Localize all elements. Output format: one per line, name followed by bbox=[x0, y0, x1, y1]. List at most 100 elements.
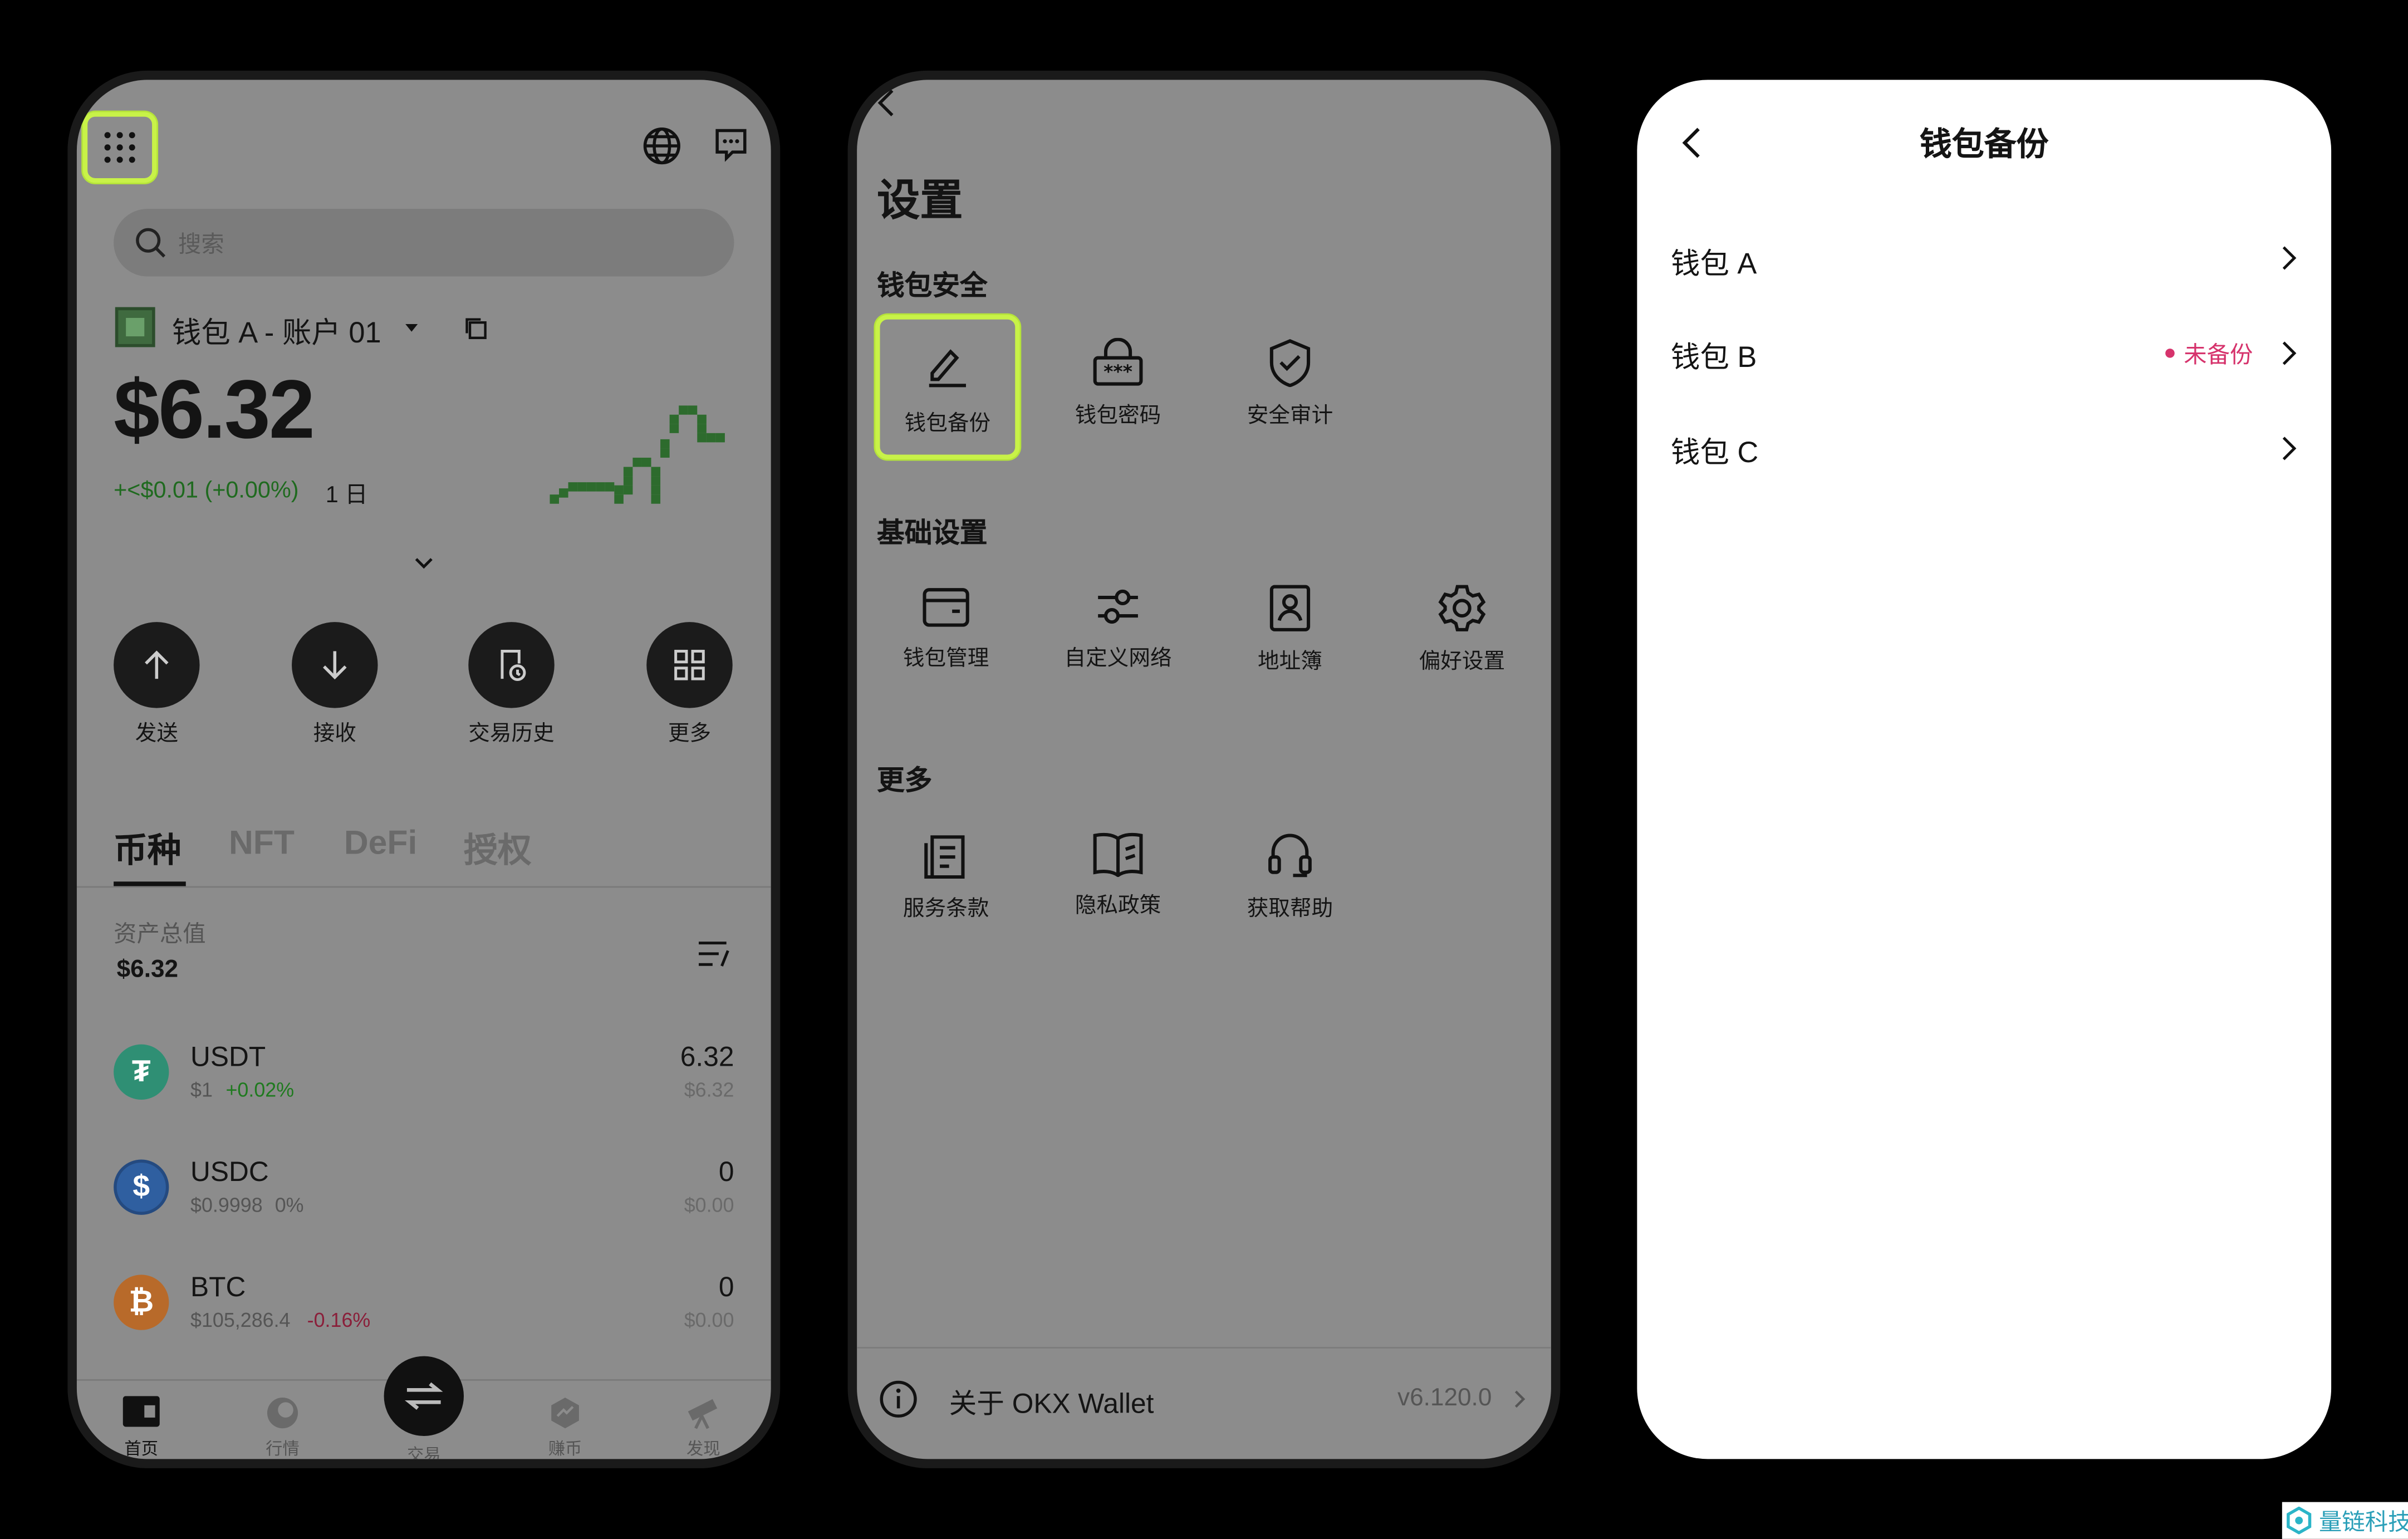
sort-filter-icon[interactable] bbox=[697, 940, 731, 968]
asset-change: 0% bbox=[274, 1193, 304, 1217]
chevron-right-icon bbox=[2282, 246, 2297, 270]
telescope-icon bbox=[688, 1399, 718, 1429]
asset-symbol: USDC bbox=[190, 1156, 269, 1188]
gear-icon bbox=[1438, 585, 1486, 631]
tab-approvals[interactable]: 授权 bbox=[464, 823, 531, 872]
swap-icon bbox=[405, 1382, 443, 1410]
tab-defi[interactable]: DeFi bbox=[344, 823, 418, 863]
asset-symbol: BTC bbox=[190, 1271, 246, 1303]
globe-icon[interactable] bbox=[642, 126, 682, 166]
preferences-label: 偏好设置 bbox=[1419, 648, 1505, 673]
tab-nft[interactable]: NFT bbox=[229, 823, 295, 863]
action-history[interactable]: 交易历史 bbox=[468, 622, 555, 748]
tab-tokens[interactable]: 币种 bbox=[114, 823, 181, 872]
asset-value: $0.00 bbox=[684, 1308, 734, 1332]
not-backed-up-badge: 未备份 bbox=[2184, 342, 2253, 369]
message-icon[interactable] bbox=[713, 126, 749, 163]
nav-home-label: 首页 bbox=[124, 1440, 159, 1459]
sliders-icon bbox=[1098, 589, 1138, 624]
get-help-button[interactable]: 获取帮助 bbox=[1219, 812, 1361, 923]
wallet-backup-button[interactable]: 钱包备份 bbox=[875, 315, 1020, 459]
terms-of-service-button[interactable]: 服务条款 bbox=[875, 812, 1017, 923]
search-placeholder: 搜索 bbox=[178, 232, 224, 258]
account-selector[interactable]: 钱包 A - 账户 01 bbox=[172, 310, 381, 351]
wallet-list-item[interactable]: 钱包 A bbox=[1637, 212, 2331, 301]
asset-value: $0.00 bbox=[684, 1193, 734, 1217]
asset-change: -0.16% bbox=[307, 1308, 371, 1332]
pixel-sparkline-chart bbox=[550, 405, 725, 504]
info-icon bbox=[880, 1380, 917, 1418]
dots-grid-icon bbox=[104, 132, 135, 163]
caret-down-icon[interactable] bbox=[404, 322, 419, 335]
wallet-password-label: 钱包密码 bbox=[1075, 402, 1161, 427]
wallet-icon bbox=[923, 588, 969, 627]
wallet-backup-screen: 钱包备份 钱包 A 钱包 B 未备份 钱包 C bbox=[1637, 80, 2332, 1459]
asset-amount: 0 bbox=[718, 1156, 734, 1188]
version-label: v6.120.0 bbox=[1397, 1385, 1492, 1411]
copy-icon[interactable] bbox=[464, 316, 488, 341]
asset-amount: 0 bbox=[718, 1271, 734, 1303]
preferences-button[interactable]: 偏好设置 bbox=[1391, 565, 1533, 676]
search-icon bbox=[136, 228, 166, 258]
wallet-name: 钱包 A bbox=[1671, 248, 1757, 281]
nav-trade[interactable]: 交易 bbox=[384, 1356, 464, 1459]
back-arrow-icon[interactable] bbox=[875, 89, 897, 117]
section-title-basic-settings: 基础设置 bbox=[876, 517, 988, 548]
asset-row[interactable]: $ USDC $0.9998 0% 0 $0.00 bbox=[114, 1156, 734, 1224]
address-book-label: 地址簿 bbox=[1258, 648, 1322, 673]
wallet-name: 钱包 C bbox=[1671, 438, 1759, 470]
asset-row[interactable]: ₮ USDT $1 +0.02% 6.32 $6.32 bbox=[114, 1041, 734, 1109]
custom-network-button[interactable]: 自定义网络 bbox=[1047, 565, 1189, 673]
about-row[interactable]: 关于 OKX Wallet v6.120.0 bbox=[857, 1347, 1551, 1447]
action-history-label: 交易历史 bbox=[468, 720, 555, 745]
wallet-home-screen: 搜索 钱包 A - 账户 01 $6.32 +<$0.01 (+0.00%) 1… bbox=[76, 80, 771, 1459]
asset-row[interactable]: ₿ BTC $105,286.4 -0.16% 0 $0.00 bbox=[114, 1272, 734, 1339]
search-bar[interactable]: 搜索 bbox=[114, 209, 734, 277]
usdc-coin-icon: $ bbox=[114, 1159, 169, 1215]
asset-price: $0.9998 bbox=[190, 1193, 263, 1217]
security-audit-button[interactable]: 安全审计 bbox=[1219, 320, 1361, 430]
wallet-list-item[interactable]: 钱包 B 未备份 bbox=[1637, 307, 2331, 396]
earn-icon bbox=[551, 1398, 579, 1429]
get-help-label: 获取帮助 bbox=[1247, 895, 1333, 920]
nav-discover[interactable]: 发现 bbox=[676, 1396, 731, 1459]
nav-discover-label: 发现 bbox=[686, 1440, 720, 1459]
asset-price: $105,286.4 bbox=[190, 1308, 291, 1332]
asset-price: $1 bbox=[190, 1078, 213, 1101]
balance-change: +<$0.01 (+0.00%) bbox=[114, 477, 299, 504]
chevron-right-icon bbox=[1514, 1390, 1526, 1408]
bottom-nav: 首页 行情 交易 赚币 发现 bbox=[76, 1356, 771, 1459]
chart-icon bbox=[267, 1398, 298, 1429]
wallet-password-button[interactable]: *** 钱包密码 bbox=[1047, 320, 1189, 430]
action-receive[interactable]: 接收 bbox=[292, 622, 378, 748]
contacts-icon bbox=[1269, 585, 1311, 631]
headset-icon bbox=[1268, 834, 1312, 878]
nav-trade-label: 交易 bbox=[406, 1447, 441, 1459]
balance-amount: $6.32 bbox=[114, 364, 315, 457]
nav-home[interactable]: 首页 bbox=[114, 1396, 169, 1459]
wallet-manage-button[interactable]: 钱包管理 bbox=[875, 565, 1017, 673]
action-more[interactable]: 更多 bbox=[646, 622, 733, 748]
action-send[interactable]: 发送 bbox=[114, 622, 200, 748]
asset-amount: 6.32 bbox=[680, 1041, 734, 1072]
action-receive-label: 接收 bbox=[313, 720, 356, 745]
section-title-more: 更多 bbox=[876, 764, 933, 796]
asset-change: +0.02% bbox=[225, 1078, 295, 1101]
action-send-label: 发送 bbox=[135, 720, 178, 745]
grid-icon bbox=[674, 650, 705, 680]
address-book-button[interactable]: 地址簿 bbox=[1219, 565, 1361, 676]
expand-chevron-icon[interactable] bbox=[415, 557, 433, 570]
app-menu-button[interactable] bbox=[82, 112, 157, 183]
total-assets-value: $6.32 bbox=[116, 957, 179, 983]
custom-network-label: 自定义网络 bbox=[1064, 645, 1172, 670]
wallet-backup-label: 钱包备份 bbox=[904, 410, 991, 435]
history-icon bbox=[501, 650, 526, 682]
nav-market[interactable]: 行情 bbox=[255, 1396, 310, 1459]
book-icon bbox=[1093, 832, 1143, 877]
wallet-icon bbox=[122, 1396, 160, 1427]
svg-text:***: *** bbox=[1104, 361, 1132, 383]
wallet-list-item[interactable]: 钱包 C bbox=[1637, 403, 2331, 492]
privacy-policy-button[interactable]: 隐私政策 bbox=[1047, 812, 1189, 920]
nav-earn[interactable]: 赚币 bbox=[537, 1396, 592, 1459]
btc-coin-icon: ₿ bbox=[114, 1275, 169, 1330]
